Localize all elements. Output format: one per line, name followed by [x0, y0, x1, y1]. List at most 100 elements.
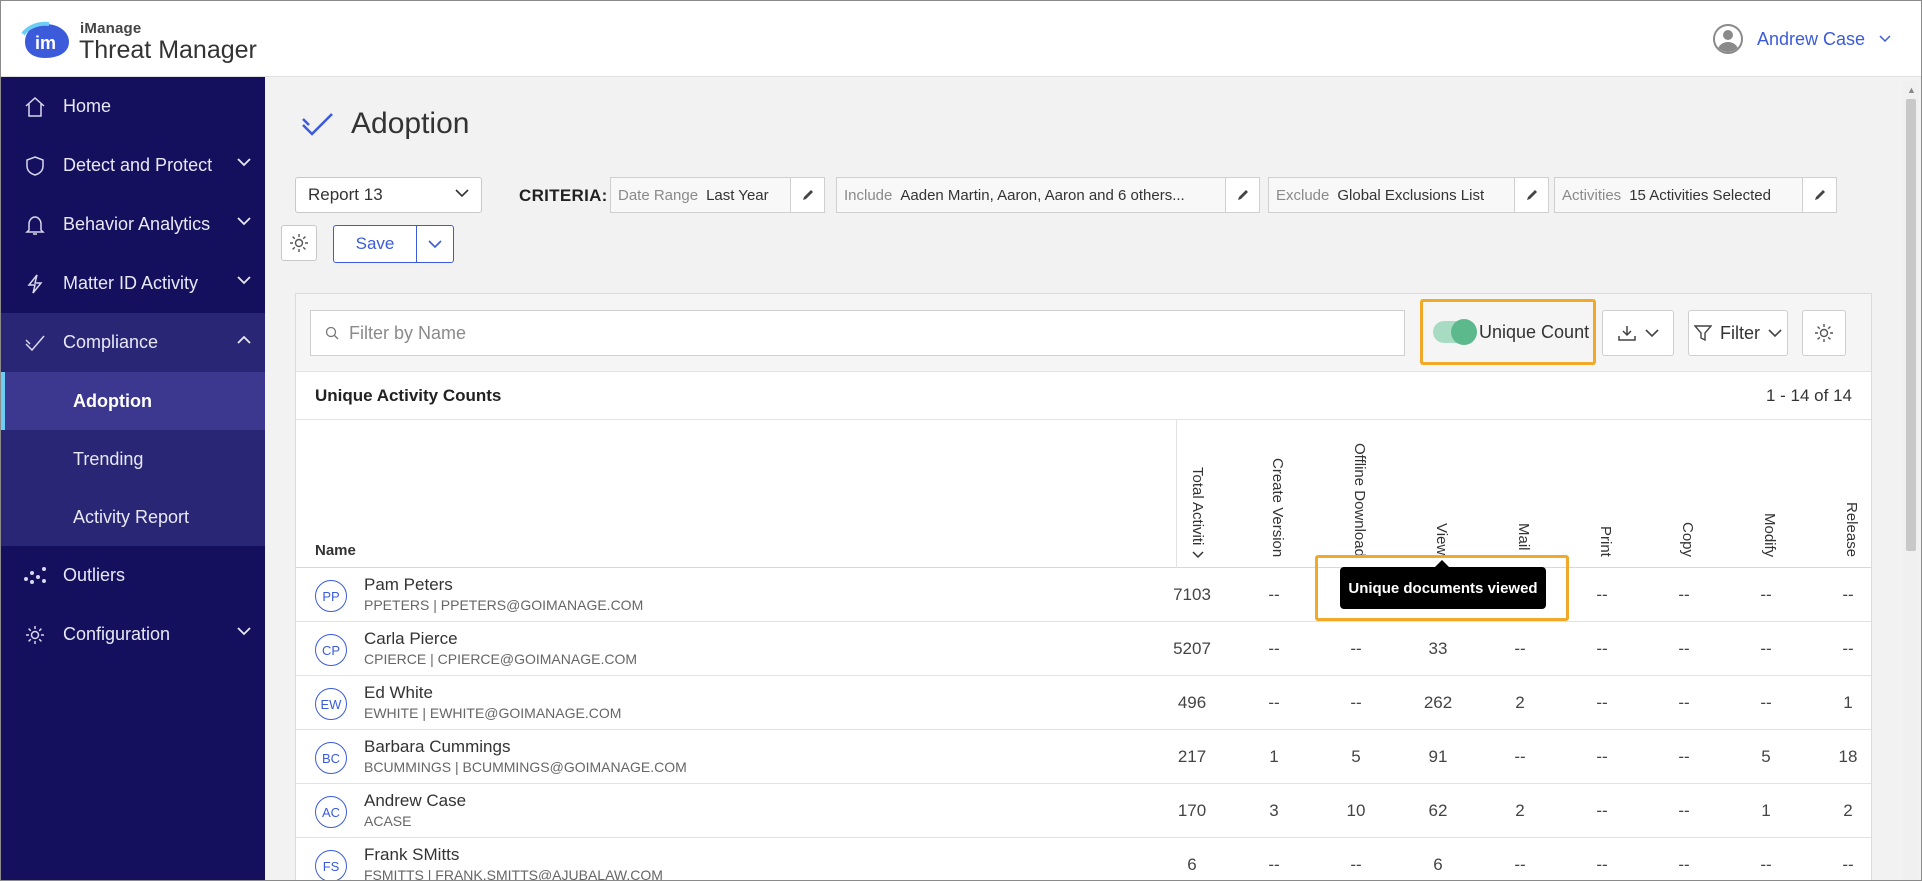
- column-header-name[interactable]: Name: [315, 542, 356, 559]
- main-content: Adoption Report 13 CRITERIA: Date Range …: [265, 77, 1921, 881]
- table-row[interactable]: PP Pam Peters PPETERS | PPETERS@GOIMANAG…: [296, 569, 1871, 622]
- filter-button[interactable]: Filter: [1688, 310, 1788, 356]
- chevron-down-icon: [237, 627, 251, 636]
- sidebar-item-label: Configuration: [63, 624, 171, 644]
- table-row[interactable]: AC Andrew Case ACASE 170 3 10 62 2 -- --…: [296, 785, 1871, 838]
- criteria-value: Aaden Martin, Aaron, Aaron and 6 others.…: [900, 186, 1185, 204]
- lightning-icon: [23, 272, 47, 296]
- chevron-down-icon: [1768, 328, 1782, 337]
- pencil-icon[interactable]: [1514, 178, 1548, 212]
- unique-count-toggle[interactable]: [1433, 319, 1477, 345]
- cell-mail: --: [1514, 747, 1526, 766]
- report-select[interactable]: Report 13: [295, 177, 482, 213]
- app-window: im iManage Threat Manager Andrew Case Ho…: [0, 0, 1922, 881]
- sidebar-item-detect-and-protect[interactable]: Detect and Protect: [1, 136, 265, 195]
- user-id-email: BCUMMINGS | BCUMMINGS@GOIMANAGE.COM: [364, 759, 687, 775]
- column-header-print[interactable]: Print: [1592, 526, 1614, 557]
- filter-by-name-input[interactable]: [349, 322, 1349, 344]
- chevron-down-icon: [237, 217, 251, 226]
- cell-view: 33: [1428, 639, 1448, 658]
- sidebar-subitem-activity-report[interactable]: Activity Report: [1, 488, 265, 546]
- cell-create-version: 3: [1269, 801, 1279, 820]
- cell-release: --: [1842, 855, 1854, 874]
- gear-icon: [290, 234, 308, 252]
- svg-text:im: im: [35, 33, 56, 53]
- scroll-up-icon[interactable]: ▲: [1907, 85, 1916, 95]
- column-header-modify[interactable]: Modify: [1756, 513, 1778, 557]
- sidebar-item-outliers[interactable]: Outliers: [1, 546, 265, 605]
- sidebar-item-configuration[interactable]: Configuration: [1, 605, 265, 664]
- table-row[interactable]: FS Frank SMitts FSMITTS | FRANK.SMITTS@A…: [296, 839, 1871, 881]
- criteria-activities[interactable]: Activities 15 Activities Selected: [1554, 177, 1837, 213]
- avatar: BC: [315, 742, 347, 774]
- user-name: Pam Peters: [364, 575, 453, 594]
- save-button[interactable]: Save: [333, 225, 417, 263]
- pencil-icon[interactable]: [1802, 178, 1836, 212]
- save-options-button[interactable]: [416, 225, 454, 263]
- criteria-include[interactable]: Include Aaden Martin, Aaron, Aaron and 6…: [836, 177, 1260, 213]
- unique-count-highlight: Unique Count: [1420, 299, 1596, 365]
- sidebar-item-home[interactable]: Home: [1, 77, 265, 136]
- report-settings-button[interactable]: [281, 225, 317, 261]
- bell-icon: [23, 213, 47, 237]
- scatter-icon: [23, 564, 47, 588]
- sidebar-subitem-adoption[interactable]: Adoption: [1, 372, 265, 430]
- cell-view: 262: [1423, 693, 1453, 712]
- cell-create-version: --: [1268, 855, 1280, 874]
- cell-create-version: 1: [1269, 747, 1279, 766]
- cell-modify: 5: [1761, 747, 1771, 766]
- sort-desc-icon[interactable]: [1192, 551, 1204, 559]
- table-row[interactable]: CP Carla Pierce CPIERCE | CPIERCE@GOIMAN…: [296, 623, 1871, 676]
- report-select-value: Report 13: [308, 185, 383, 204]
- criteria-exclude[interactable]: Exclude Global Exclusions List: [1268, 177, 1549, 213]
- user-menu[interactable]: Andrew Case: [1712, 23, 1891, 55]
- top-bar: im iManage Threat Manager Andrew Case: [1, 1, 1921, 77]
- sidebar-item-label: Compliance: [63, 332, 159, 352]
- cell-modify: --: [1760, 693, 1772, 712]
- cell-total: 5207: [1173, 639, 1211, 658]
- cell-release: 18: [1838, 747, 1858, 766]
- pencil-icon[interactable]: [790, 178, 824, 212]
- table-row[interactable]: EW Ed White EWHITE | EWHITE@GOIMANAGE.CO…: [296, 677, 1871, 730]
- chevron-down-icon: [428, 239, 442, 248]
- panel-title: Unique Activity Counts: [315, 386, 502, 405]
- check-icon: [23, 331, 47, 355]
- sidebar-item-label: Behavior Analytics: [63, 214, 211, 234]
- criteria-key: Exclude: [1276, 186, 1330, 204]
- download-button[interactable]: [1602, 310, 1674, 356]
- column-divider: [1176, 420, 1177, 568]
- column-header-release[interactable]: Release: [1838, 502, 1860, 557]
- cell-mail: --: [1514, 855, 1526, 874]
- cell-offline-download: --: [1350, 855, 1362, 874]
- cell-offline-download: 10: [1346, 801, 1366, 820]
- pencil-icon[interactable]: [1225, 178, 1259, 212]
- page-scrollbar[interactable]: ▲: [1903, 81, 1919, 880]
- chevron-down-icon: [1645, 328, 1659, 337]
- sidebar-item-label: Detect and Protect: [63, 155, 213, 175]
- view-column-tooltip: Unique documents viewed: [1340, 560, 1546, 609]
- column-header-view[interactable]: View: [1428, 523, 1450, 557]
- sidebar-item-label: Matter ID Activity: [63, 273, 199, 293]
- table-row[interactable]: BC Barbara Cummings BCUMMINGS | BCUMMING…: [296, 731, 1871, 784]
- sidebar-item-behavior-analytics[interactable]: Behavior Analytics: [1, 195, 265, 254]
- column-header-mail[interactable]: Mail: [1510, 523, 1532, 557]
- column-header-create-version[interactable]: Create Version: [1264, 458, 1286, 557]
- cell-print: --: [1596, 693, 1608, 712]
- sidebar-subitem-trending[interactable]: Trending: [1, 430, 265, 488]
- filter-by-name-field[interactable]: [310, 310, 1405, 356]
- table-settings-button[interactable]: [1802, 310, 1846, 356]
- column-header-copy[interactable]: Copy: [1674, 522, 1696, 557]
- column-header-total-activities[interactable]: Total Activiti: [1184, 467, 1206, 557]
- cell-total: 7103: [1173, 585, 1211, 604]
- cell-copy: --: [1678, 801, 1690, 820]
- scrollbar-thumb[interactable]: [1906, 99, 1916, 551]
- criteria-date-range[interactable]: Date Range Last Year: [610, 177, 825, 213]
- cell-offline-download: --: [1350, 639, 1362, 658]
- user-id-email: FSMITTS | FRANK.SMITTS@AJUBALAW.COM: [364, 867, 663, 881]
- sidebar-item-matter-id-activity[interactable]: Matter ID Activity: [1, 254, 265, 313]
- user-id-email: ACASE: [364, 813, 412, 829]
- sidebar-item-compliance[interactable]: Compliance: [1, 313, 265, 372]
- column-header-offline-download[interactable]: Offline Download: [1346, 443, 1368, 557]
- cell-view: 91: [1428, 747, 1448, 766]
- avatar: PP: [315, 580, 347, 612]
